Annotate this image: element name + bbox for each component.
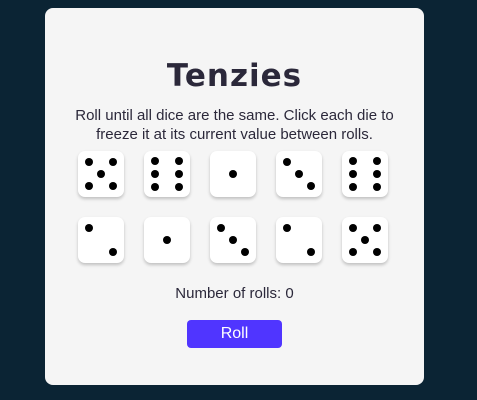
die-pip <box>349 247 358 256</box>
rolls-label: Number of rolls: <box>175 285 282 302</box>
die-pip <box>361 236 369 244</box>
die-5[interactable] <box>342 151 388 197</box>
die-pip <box>174 182 183 191</box>
die-pip <box>283 158 292 167</box>
game-card: Tenzies Roll until all dice are the same… <box>45 8 424 385</box>
die-pip <box>151 170 160 178</box>
dice-grid <box>78 151 388 263</box>
die-pip <box>372 224 381 233</box>
die-10[interactable] <box>342 217 388 263</box>
die-pip <box>85 181 94 190</box>
die-pip <box>372 247 381 256</box>
die-2[interactable] <box>144 151 190 197</box>
die-pip <box>295 170 303 178</box>
die-1[interactable] <box>78 151 124 197</box>
die-9[interactable] <box>276 217 322 263</box>
die-pip <box>85 158 94 167</box>
instructions-text: Roll until all dice are the same. Click … <box>75 107 394 143</box>
die-7[interactable] <box>144 217 190 263</box>
die-pip <box>372 170 381 178</box>
die-pip <box>217 224 226 233</box>
die-4[interactable] <box>276 151 322 197</box>
roll-button[interactable]: Roll <box>187 320 282 348</box>
die-pip <box>240 247 249 256</box>
die-pip <box>306 247 315 256</box>
game-title: Tenzies <box>166 58 303 94</box>
die-pip <box>108 247 117 256</box>
die-pip <box>283 224 292 233</box>
die-pip <box>349 182 358 191</box>
die-6[interactable] <box>78 217 124 263</box>
die-pip <box>174 170 183 178</box>
die-pip <box>151 182 160 191</box>
die-pip <box>349 170 358 178</box>
die-pip <box>97 170 105 178</box>
die-pip <box>349 224 358 233</box>
die-3[interactable] <box>210 151 256 197</box>
die-8[interactable] <box>210 217 256 263</box>
die-pip <box>349 157 358 166</box>
die-pip <box>151 157 160 166</box>
die-pip <box>229 236 237 244</box>
rolls-count: 0 <box>285 285 294 302</box>
die-pip <box>229 170 237 178</box>
die-pip <box>306 181 315 190</box>
die-pip <box>372 182 381 191</box>
rolls-counter: Number of rolls: 0 <box>45 285 424 302</box>
die-pip <box>108 181 117 190</box>
die-pip <box>163 236 171 244</box>
die-pip <box>108 158 117 167</box>
die-pip <box>85 224 94 233</box>
die-pip <box>372 157 381 166</box>
die-pip <box>174 157 183 166</box>
